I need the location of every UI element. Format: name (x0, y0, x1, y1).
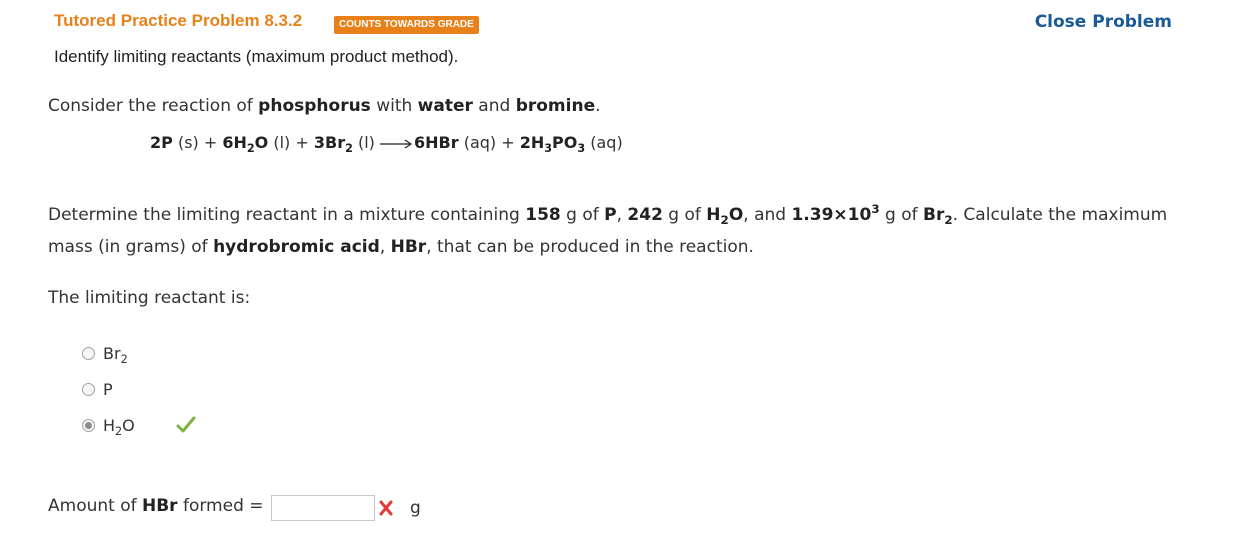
radio-br2[interactable] (82, 346, 95, 360)
grade-badge: COUNTS TOWARDS GRADE (334, 16, 479, 34)
reaction-equation: 2P (s) + 6H2O (l) + 3Br2 (l) 6HBr (aq) +… (150, 133, 623, 155)
problem-subtitle: Identify limiting reactants (maximum pro… (54, 47, 459, 66)
hbr-amount-input[interactable] (271, 495, 375, 521)
radio-p[interactable] (82, 382, 95, 396)
option-br2[interactable]: Br2 (82, 341, 128, 365)
question-line-1: Determine the limiting reactant in a mix… (48, 201, 1168, 228)
close-problem-link[interactable]: Close Problem (1035, 12, 1172, 32)
radio-h2o[interactable] (82, 418, 95, 432)
reaction-arrow-icon (380, 139, 413, 148)
question-line-2: mass (in grams) of hydrobromic acid, HBr… (48, 237, 754, 257)
problem-title: Tutored Practice Problem 8.3.2 (54, 11, 303, 30)
option-h2o[interactable]: H2O (82, 413, 197, 437)
amount-label: Amount of HBr formed = (48, 496, 264, 516)
x-icon (379, 500, 393, 516)
unit-label: g (410, 498, 421, 518)
limiting-reactant-prompt: The limiting reactant is: (48, 288, 251, 308)
option-label: H2O (103, 415, 135, 438)
intro-text: Consider the reaction of phosphorus with… (48, 96, 601, 116)
option-label: P (103, 379, 113, 399)
check-icon (176, 416, 196, 433)
option-label: Br2 (103, 343, 128, 366)
option-p[interactable]: P (82, 377, 113, 401)
